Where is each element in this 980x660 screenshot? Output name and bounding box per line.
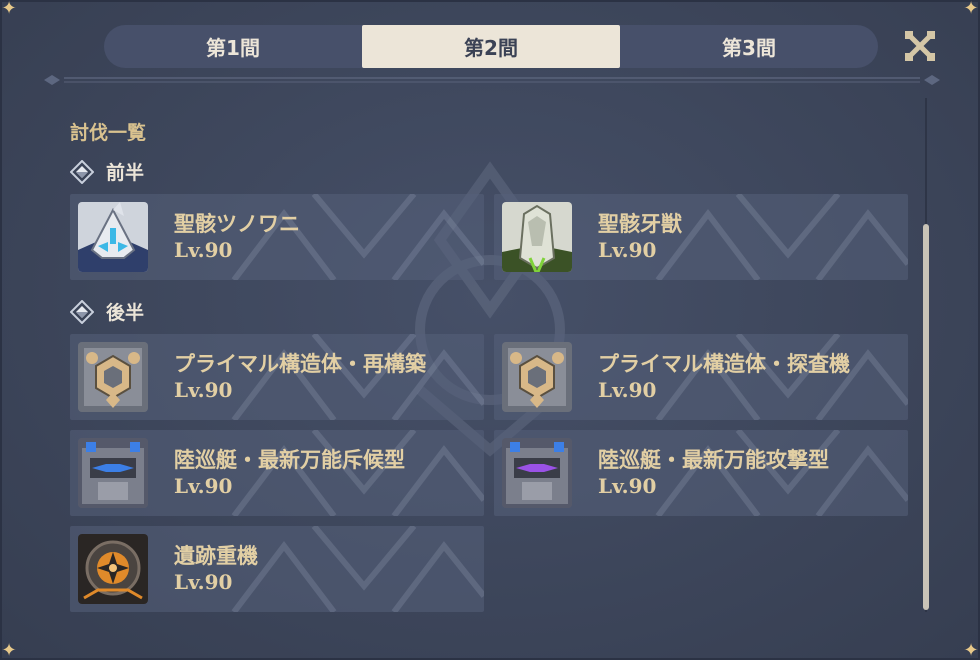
enemy-name: プライマル構造体・探査機	[598, 352, 850, 376]
enemy-name: 陸巡艇・最新万能斥候型	[174, 448, 405, 472]
group-header-second-half: 後半	[70, 298, 144, 325]
ruin-drake-purple-portrait	[502, 438, 572, 508]
corner-star-icon: ✦	[963, 0, 979, 19]
ruin-grader-portrait	[78, 534, 148, 604]
card-pattern	[655, 194, 908, 280]
enemy-card[interactable]: 陸巡艇・最新万能攻撃型 Lv.90	[494, 430, 908, 516]
ruin-drake-blue-portrait	[78, 438, 148, 508]
tab-chamber-2[interactable]: 第2間	[362, 25, 620, 68]
enemy-card[interactable]: 聖骸ツノワニ Lv.90	[70, 194, 484, 280]
corner-star-icon: ✦	[1, 640, 17, 660]
enemy-level: Lv.90	[174, 238, 233, 262]
enemy-level: Lv.90	[174, 378, 233, 402]
enemy-name: プライマル構造体・再構築	[174, 352, 426, 376]
fanged-beast-portrait	[502, 202, 572, 272]
scroll-thumb[interactable]	[923, 224, 929, 610]
enemy-name: 聖骸ツノワニ	[174, 212, 300, 236]
close-icon	[905, 31, 935, 61]
diamond-icon	[70, 299, 94, 324]
tab-chamber-1[interactable]: 第1間	[104, 25, 362, 68]
corner-star-icon: ✦	[1, 0, 17, 19]
section-title: 討伐一覧	[70, 122, 147, 144]
enemy-level: Lv.90	[174, 570, 233, 594]
enemy-card[interactable]: 陸巡艇・最新万能斥候型 Lv.90	[70, 430, 484, 516]
enemy-name: 聖骸牙獣	[598, 212, 682, 236]
corner-star-icon: ✦	[963, 640, 979, 660]
primal-construct-portrait	[502, 342, 572, 412]
primal-construct-portrait	[78, 342, 148, 412]
enemy-name: 遺跡重機	[174, 544, 258, 568]
enemy-card[interactable]: プライマル構造体・再構築 Lv.90	[70, 334, 484, 420]
enemy-level: Lv.90	[598, 474, 657, 498]
tab-chamber-3[interactable]: 第3間	[620, 25, 878, 68]
diamond-icon	[70, 159, 94, 184]
enemy-level: Lv.90	[598, 378, 657, 402]
enemy-level: Lv.90	[598, 238, 657, 262]
header-divider	[44, 75, 940, 85]
group-label: 後半	[106, 302, 145, 324]
enemy-card[interactable]: 聖骸牙獣 Lv.90	[494, 194, 908, 280]
group-header-first-half: 前半	[70, 158, 144, 185]
chamber-tabs: 第1間 第2間 第3間	[104, 25, 878, 68]
horned-crocodile-portrait	[78, 202, 148, 272]
enemy-name: 陸巡艇・最新万能攻撃型	[598, 448, 829, 472]
enemy-card[interactable]: 遺跡重機 Lv.90	[70, 526, 484, 612]
enemy-level: Lv.90	[174, 474, 233, 498]
card-pattern	[231, 526, 484, 612]
domain-enemy-panel: ✦ ✦ ✦ ✦ 第1間 第2間 第3間 討伐一覧 前半 後半 聖骸ツノワニ Lv…	[0, 0, 980, 660]
scrollbar[interactable]	[922, 98, 930, 612]
close-button[interactable]	[898, 24, 942, 68]
group-label: 前半	[106, 162, 145, 184]
enemy-card[interactable]: プライマル構造体・探査機 Lv.90	[494, 334, 908, 420]
